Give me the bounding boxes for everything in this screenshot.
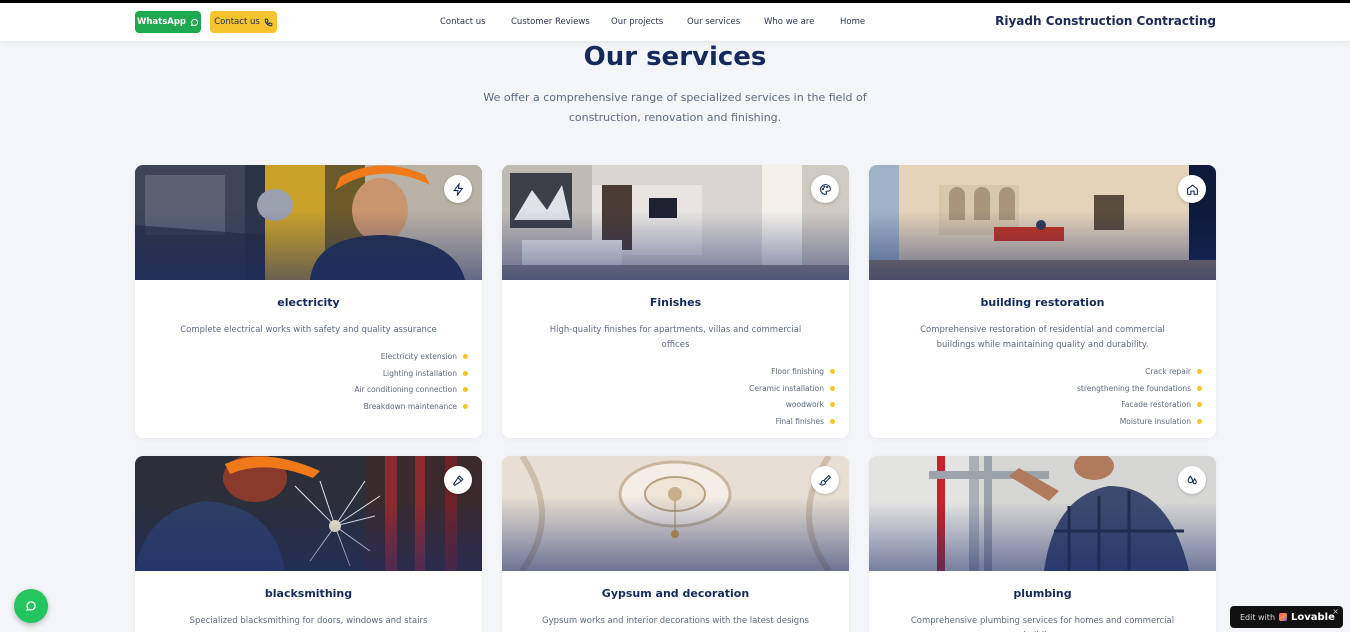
feature-item: woodwork <box>502 396 835 413</box>
navbar: WhatsApp Contact us Contact us Customer … <box>0 3 1350 41</box>
bullet-dot <box>463 370 468 376</box>
home-icon <box>1178 175 1206 203</box>
feature-list: Floor finishing Ceramic installation woo… <box>502 363 835 430</box>
electricity-photo <box>135 165 482 280</box>
bolt-icon <box>444 175 472 203</box>
chat-bubble-icon <box>26 601 36 611</box>
bullet-dot <box>1197 368 1202 374</box>
feature-item: Crack repair <box>869 363 1202 380</box>
feature-list: Crack repair strengthening the foundatio… <box>869 363 1202 430</box>
feature-item: Final finishes <box>502 413 835 430</box>
service-card-blacksmithing[interactable]: blacksmithing Specialized blacksmithing … <box>135 456 482 632</box>
section-title: Our services <box>583 42 767 72</box>
card-title: building restoration <box>980 296 1105 309</box>
paintbrush-icon <box>811 466 839 494</box>
whatsapp-floating-button[interactable] <box>14 589 48 623</box>
blacksmithing-photo <box>135 456 482 571</box>
gypsum-photo <box>502 456 849 571</box>
feature-item: strengthening the foundations <box>869 380 1202 397</box>
bullet-dot <box>1197 418 1202 424</box>
feature-item: Ceramic installation <box>502 380 835 397</box>
bullet-dot <box>1197 385 1202 391</box>
bullet-dot <box>463 403 468 409</box>
nav-link-services[interactable]: Our services <box>687 17 740 27</box>
palette-icon <box>811 175 839 203</box>
bullet-dot <box>830 368 835 374</box>
nav-link-projects[interactable]: Our projects <box>611 17 663 27</box>
service-card-electricity[interactable]: electricity Complete electrical works wi… <box>135 165 482 438</box>
hammer-icon <box>444 466 472 494</box>
card-description: Specialized blacksmithing for doors, win… <box>189 616 428 626</box>
feature-item: Floor finishing <box>502 363 835 380</box>
nav-link-reviews[interactable]: Customer Reviews <box>511 17 590 27</box>
service-card-plumbing[interactable]: plumbing Comprehensive plumbing services… <box>869 456 1216 632</box>
card-title: Finishes <box>649 296 702 309</box>
nav-link-about[interactable]: Who we are <box>764 17 814 27</box>
nav-link-contact[interactable]: Contact us <box>440 17 486 27</box>
plumbing-photo <box>869 456 1216 571</box>
brand-name[interactable]: Riyadh Construction Contracting <box>995 14 1216 28</box>
bullet-dot <box>830 418 835 424</box>
bullet-dot <box>830 385 835 391</box>
nav-link-home[interactable]: Home <box>840 17 865 27</box>
feature-list: Electricity extension Lighting installat… <box>135 348 468 415</box>
bullet-dot <box>830 402 835 408</box>
bullet-dot <box>1197 402 1202 408</box>
finishes-photo <box>502 165 849 280</box>
card-description: Comprehensive restoration of residential… <box>920 325 1165 350</box>
card-title: electricity <box>277 296 340 309</box>
card-title: blacksmithing <box>264 587 353 600</box>
lovable-logo-icon <box>1279 613 1288 621</box>
card-description: High-quality finishes for apartments, vi… <box>549 325 802 350</box>
feature-item: Moisture insulation <box>869 413 1202 430</box>
bullet-dot <box>463 387 468 393</box>
badge-edit-text: Edit with <box>1240 612 1276 622</box>
service-card-restoration[interactable]: building restoration Comprehensive resto… <box>869 165 1216 438</box>
feature-item: Facade restoration <box>869 396 1202 413</box>
restoration-photo <box>869 165 1216 280</box>
droplets-icon <box>1178 466 1206 494</box>
section-subtitle: We offer a comprehensive range of specia… <box>483 91 867 124</box>
feature-item: Electricity extension <box>135 348 468 365</box>
card-description: Gypsum works and interior decorations wi… <box>542 616 809 626</box>
service-card-gypsum[interactable]: Gypsum and decoration Gypsum works and i… <box>502 456 849 632</box>
close-icon[interactable]: × <box>1332 607 1339 616</box>
service-card-finishes[interactable]: Finishes High-quality finishes for apart… <box>502 165 849 438</box>
card-title: Gypsum and decoration <box>601 587 750 600</box>
lovable-badge[interactable]: Edit with Lovable × <box>1230 606 1343 628</box>
card-title: plumbing <box>1013 587 1072 600</box>
badge-name: Lovable <box>1291 611 1335 623</box>
bullet-dot <box>463 353 468 359</box>
feature-item: Lighting installation <box>135 365 468 382</box>
feature-item: Breakdown maintenance <box>135 398 468 415</box>
card-description: Complete electrical works with safety an… <box>180 325 437 335</box>
feature-item: Air conditioning connection <box>135 381 468 398</box>
card-description: Comprehensive plumbing services for home… <box>910 616 1175 632</box>
